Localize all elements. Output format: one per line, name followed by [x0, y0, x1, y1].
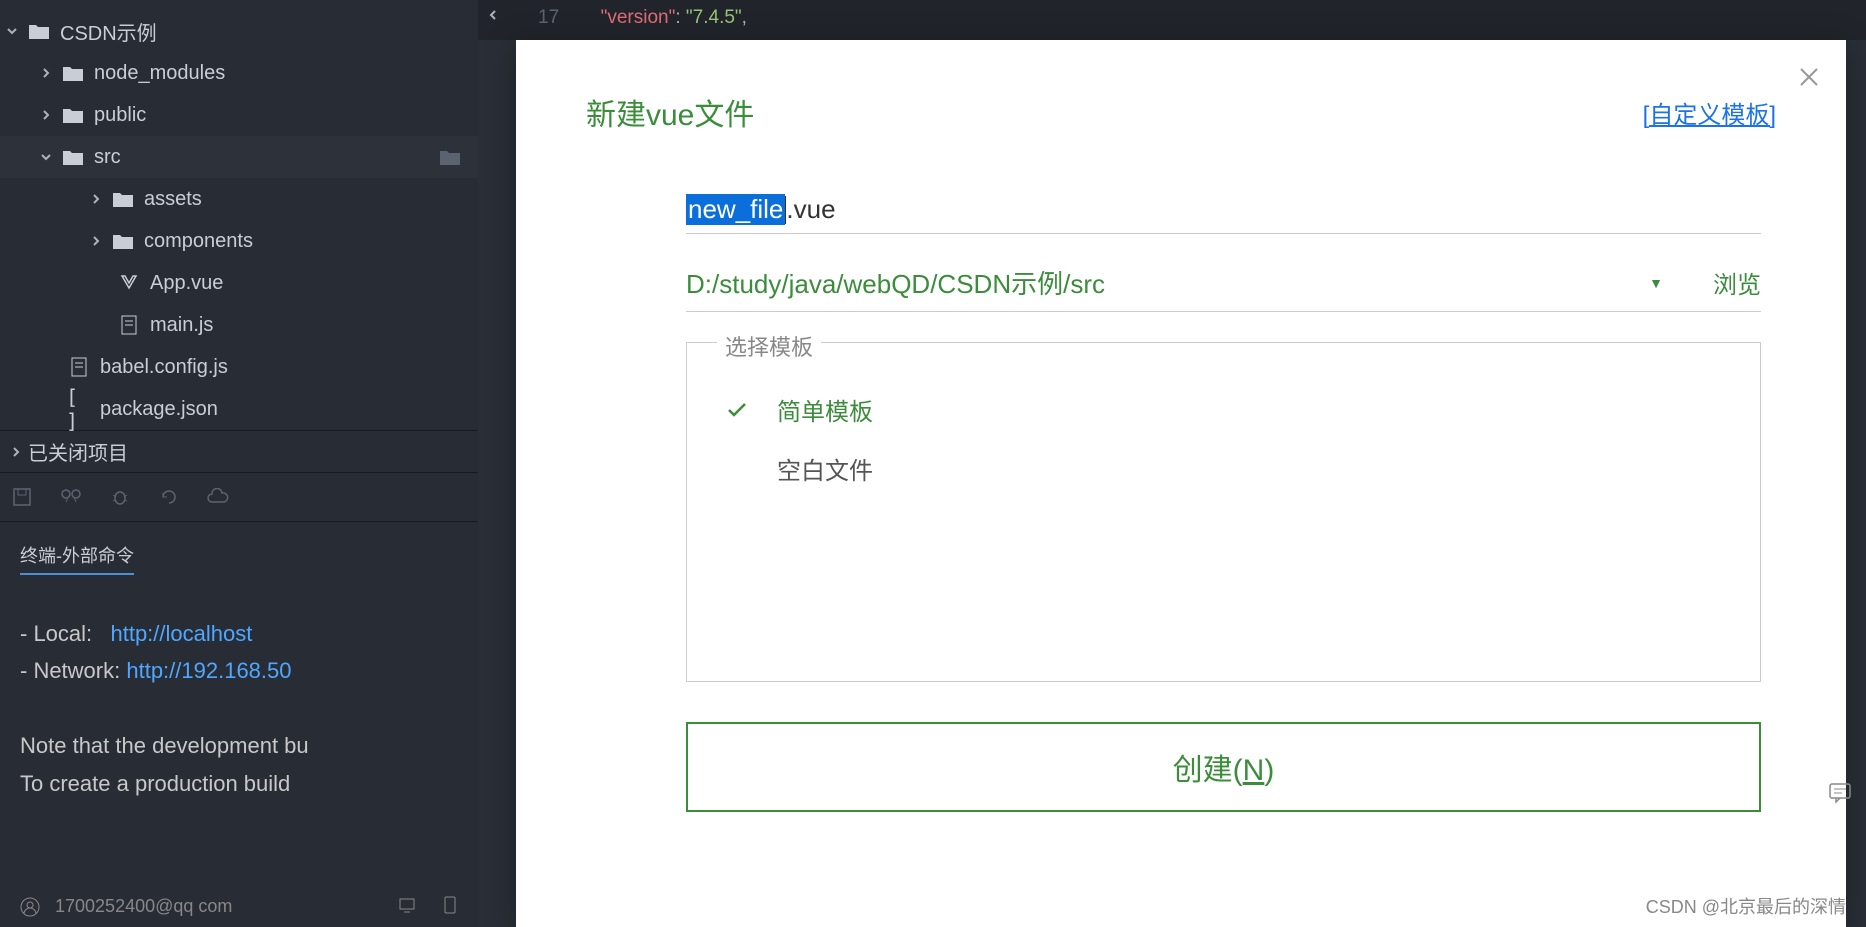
terminal-line — [20, 690, 458, 727]
bug-icon[interactable] — [108, 485, 132, 509]
tree-item-label: components — [144, 230, 253, 253]
tree-item-label: main.js — [150, 314, 213, 337]
template-legend: 选择模板 — [717, 330, 821, 362]
terminal-tab[interactable]: 终端-外部命令 — [20, 542, 134, 575]
folder-icon — [60, 107, 86, 123]
tree-item-package-json[interactable]: [ ] package.json — [0, 388, 478, 430]
status-bar: 1700252400@qq com — [20, 896, 232, 917]
terminal-panel: 终端-外部命令 - Local: http://localhost - Netw… — [0, 522, 478, 822]
json-file-icon: [ ] — [66, 385, 92, 433]
terminal-line: To create a production build — [20, 765, 458, 802]
tree-item-assets[interactable]: assets — [0, 178, 478, 220]
tree-item-node-modules[interactable]: node_modules — [0, 52, 478, 94]
template-option-label: 简单模板 — [777, 392, 873, 427]
file-explorer-sidebar: CSDN示例 node_modules public — [0, 0, 478, 927]
folder-icon — [26, 23, 52, 39]
local-url-link[interactable]: http://localhost — [110, 621, 252, 646]
chevron-down-icon — [40, 151, 60, 163]
dialog-body: new_file.vue D:/study/java/webQD/CSDN示例/… — [586, 194, 1776, 812]
refresh-icon[interactable] — [157, 485, 181, 509]
terminal-line: Note that the development bu — [20, 727, 458, 764]
chevron-down-icon — [6, 25, 26, 37]
tree-item-src[interactable]: src — [0, 136, 478, 178]
user-icon — [20, 897, 40, 917]
tree-root[interactable]: CSDN示例 — [0, 10, 478, 52]
folder-icon — [110, 233, 136, 249]
save-icon[interactable] — [10, 485, 34, 509]
status-bar-actions — [397, 895, 458, 915]
dialog-title: 新建vue文件 — [586, 90, 754, 134]
line-number: 17 — [538, 7, 559, 28]
search-icon[interactable] — [59, 485, 83, 509]
collapse-panel-icon[interactable] — [478, 0, 508, 30]
network-url-link[interactable]: http://192.168.50 — [126, 658, 291, 683]
path-dropdown-icon[interactable]: ▼ — [1649, 275, 1663, 291]
template-option-blank[interactable]: 空白文件 — [707, 439, 1740, 498]
filename-extension: .vue — [786, 194, 835, 225]
chevron-right-icon — [10, 446, 22, 458]
tree-item-label: App.vue — [150, 272, 223, 295]
new-file-dialog: 新建vue文件 [自定义模板] new_file.vue D:/study/ja… — [516, 40, 1846, 927]
folder-action-icon[interactable] — [440, 149, 460, 165]
tree-item-label: public — [94, 104, 146, 127]
tree-item-label: package.json — [100, 398, 218, 421]
device-icon[interactable] — [397, 895, 417, 915]
folder-icon — [60, 65, 86, 81]
vue-file-icon — [116, 274, 142, 292]
tree-item-babel-config[interactable]: babel.config.js — [0, 346, 478, 388]
tree-item-public[interactable]: public — [0, 94, 478, 136]
filename-input[interactable]: new_file.vue — [686, 194, 1761, 234]
path-row: D:/study/java/webQD/CSDN示例/src ▼ 浏览 — [686, 264, 1761, 312]
close-button[interactable] — [1797, 65, 1821, 89]
custom-template-link[interactable]: [自定义模板] — [1643, 95, 1776, 130]
folder-icon — [60, 149, 86, 165]
folder-icon — [110, 191, 136, 207]
tree-item-components[interactable]: components — [0, 220, 478, 262]
browse-button[interactable]: 浏览 — [1713, 265, 1761, 300]
tree-root-label: CSDN示例 — [60, 17, 157, 46]
path-input[interactable]: D:/study/java/webQD/CSDN示例/src — [686, 264, 1105, 301]
dialog-header: 新建vue文件 [自定义模板] — [586, 90, 1776, 134]
tree-item-label: node_modules — [94, 62, 225, 85]
phone-icon[interactable] — [442, 895, 458, 915]
status-text: 1700252400@qq com — [55, 896, 232, 917]
closed-projects-label: 已关闭项目 — [28, 437, 128, 466]
file-tree: CSDN示例 node_modules public — [0, 0, 478, 430]
comment-icon[interactable] — [1828, 780, 1858, 810]
chevron-right-icon — [90, 193, 110, 205]
js-file-icon — [66, 357, 92, 377]
tree-item-label: assets — [144, 188, 202, 211]
tree-item-main-js[interactable]: main.js — [0, 304, 478, 346]
terminal-line: - Local: http://localhost — [20, 615, 458, 652]
editor-background: 17 "version": "7.4.5", — [478, 0, 1866, 40]
watermark: CSDN @北京最后的深情 — [1646, 893, 1846, 919]
tree-item-label: babel.config.js — [100, 356, 228, 379]
filename-selected-text: new_file — [686, 194, 785, 225]
chevron-right-icon — [90, 235, 110, 247]
tree-item-label: src — [94, 146, 121, 169]
closed-projects-section[interactable]: 已关闭项目 — [0, 430, 478, 472]
template-option-simple[interactable]: 简单模板 — [707, 380, 1740, 439]
check-icon — [727, 402, 777, 418]
chevron-right-icon — [40, 109, 60, 121]
template-fieldset: 选择模板 简单模板 空白文件 — [686, 342, 1761, 682]
js-file-icon — [116, 315, 142, 335]
tree-item-app-vue[interactable]: App.vue — [0, 262, 478, 304]
cloud-icon[interactable] — [206, 485, 230, 509]
template-option-label: 空白文件 — [777, 451, 873, 486]
chevron-right-icon — [40, 67, 60, 79]
sidebar-toolbar — [0, 472, 478, 522]
terminal-line: - Network: http://192.168.50 — [20, 652, 458, 689]
create-button[interactable]: 创建(N) — [686, 722, 1761, 812]
